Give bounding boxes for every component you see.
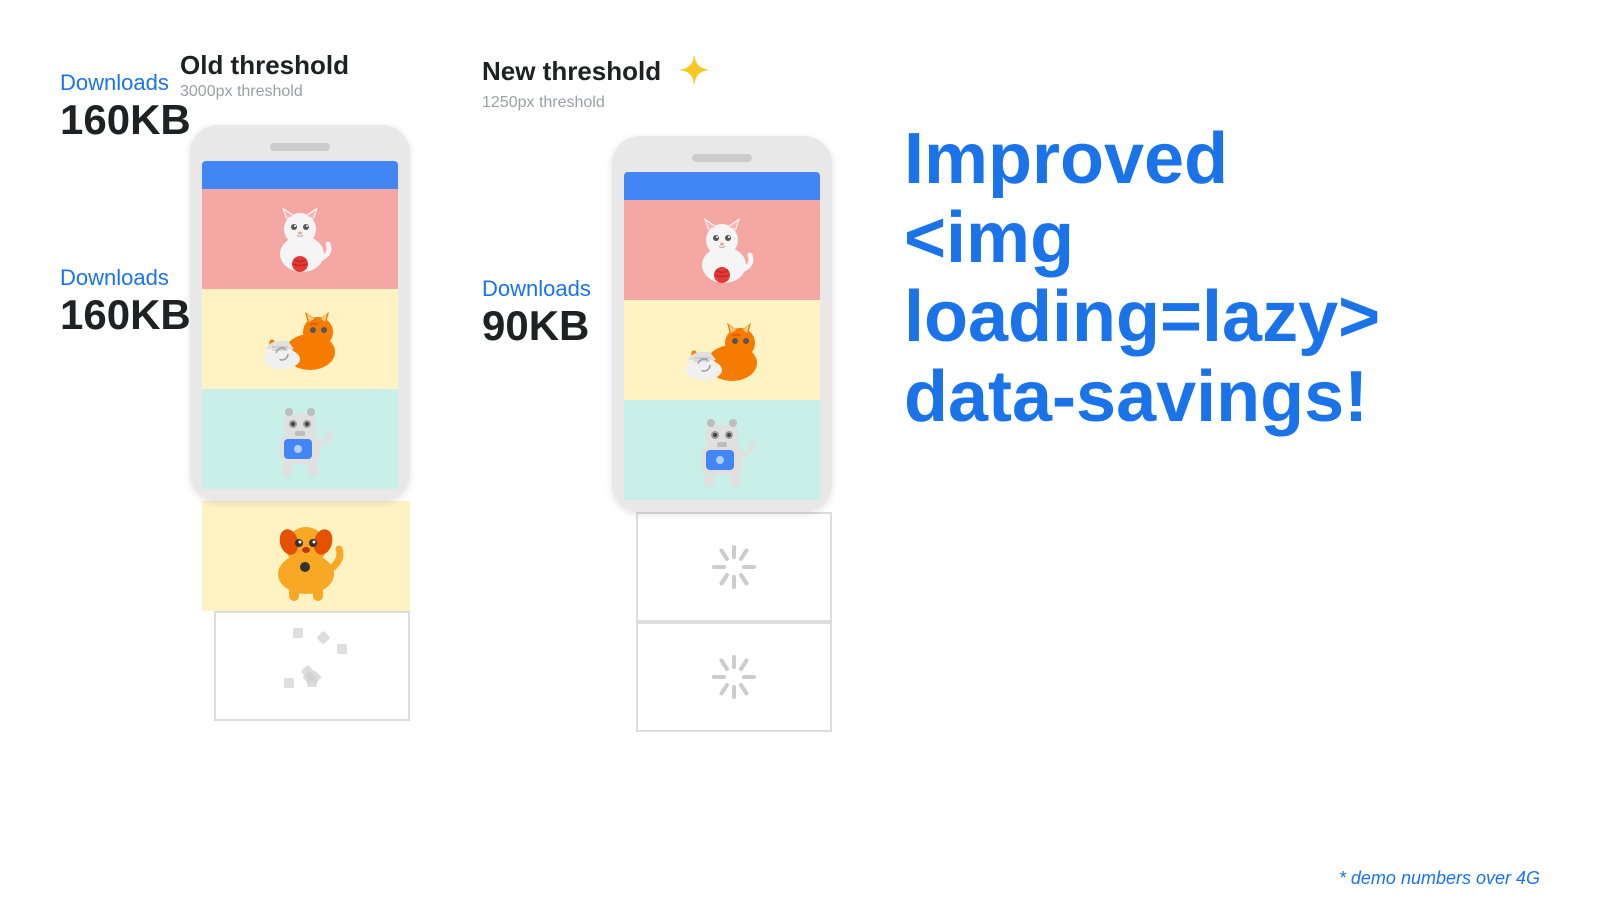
left-phone-notch [270, 143, 330, 151]
right-downloads-block: Downloads 90KB [482, 136, 612, 350]
left-card-2 [202, 289, 398, 389]
right-phone-notch [692, 154, 752, 162]
right-threshold-label: New threshold ✦ 1250px threshold [482, 50, 844, 128]
right-card-3 [624, 400, 820, 500]
right-dl-label: Downloads [482, 276, 612, 302]
right-threshold-sub: 1250px threshold [482, 94, 844, 112]
left-threshold-sub: 3000px threshold [180, 83, 422, 101]
right-phone-row: Downloads 90KB [482, 136, 844, 732]
right-dl-size: 90KB [482, 302, 612, 350]
left-card-3 [202, 389, 398, 489]
right-card-1 [624, 200, 820, 300]
left-phone-screen [202, 189, 398, 489]
left-below-cards [190, 501, 422, 721]
right-loading-card-1 [636, 512, 832, 622]
left-phone-header [202, 161, 398, 189]
right-below-cards [612, 512, 844, 732]
left-loading-card [214, 611, 410, 721]
demo-note: * demo numbers over 4G [1339, 868, 1540, 889]
right-card-2 [624, 300, 820, 400]
left-phone-device [190, 125, 410, 501]
right-threshold-title: New threshold ✦ [482, 50, 844, 92]
left-downloads-block: Downloads 160KB [60, 125, 190, 339]
right-phone-device-wrapper [612, 136, 844, 732]
left-below-card-1 [202, 501, 410, 611]
right-phone-header [624, 172, 820, 200]
left-dl-label: Downloads [60, 265, 190, 291]
white-cat-icon [260, 199, 340, 279]
left-phone-device-wrapper [190, 125, 422, 721]
right-loading-card-2 [636, 622, 832, 732]
right-phone-screen [624, 200, 820, 500]
improved-title: Improved <img loading=lazy> data-savings… [904, 120, 1540, 437]
improved-section: Improved <img loading=lazy> data-savings… [904, 40, 1540, 437]
right-phone-device [612, 136, 832, 512]
robot-dog-icon-right [682, 405, 762, 495]
yellow-dog-icon [261, 509, 351, 604]
sparkle-icon: ✦ [679, 50, 709, 92]
left-threshold-title: Old threshold [180, 50, 422, 81]
right-spinner-1 [710, 543, 758, 591]
left-spinner [288, 642, 336, 690]
white-cat-icon-right [682, 210, 762, 290]
main-container: Downloads 160KB Old threshold 3000px thr… [0, 0, 1600, 919]
spinner-svg-2 [710, 653, 758, 701]
orange-cat-icon [250, 297, 350, 382]
right-section-wrapper: New threshold ✦ 1250px threshold Downloa… [482, 50, 844, 732]
orange-cat-icon-right [672, 308, 772, 393]
robot-dog-icon [260, 394, 340, 484]
right-spinner-2 [710, 653, 758, 701]
left-dl-size: 160KB [60, 291, 190, 339]
spinner-svg-1 [710, 543, 758, 591]
left-section-wrapper: Old threshold 3000px threshold Downloads… [60, 50, 422, 721]
left-threshold-label: Old threshold 3000px threshold [180, 50, 422, 117]
left-phone-row: Downloads 160KB [60, 125, 422, 721]
left-card-1 [202, 189, 398, 289]
